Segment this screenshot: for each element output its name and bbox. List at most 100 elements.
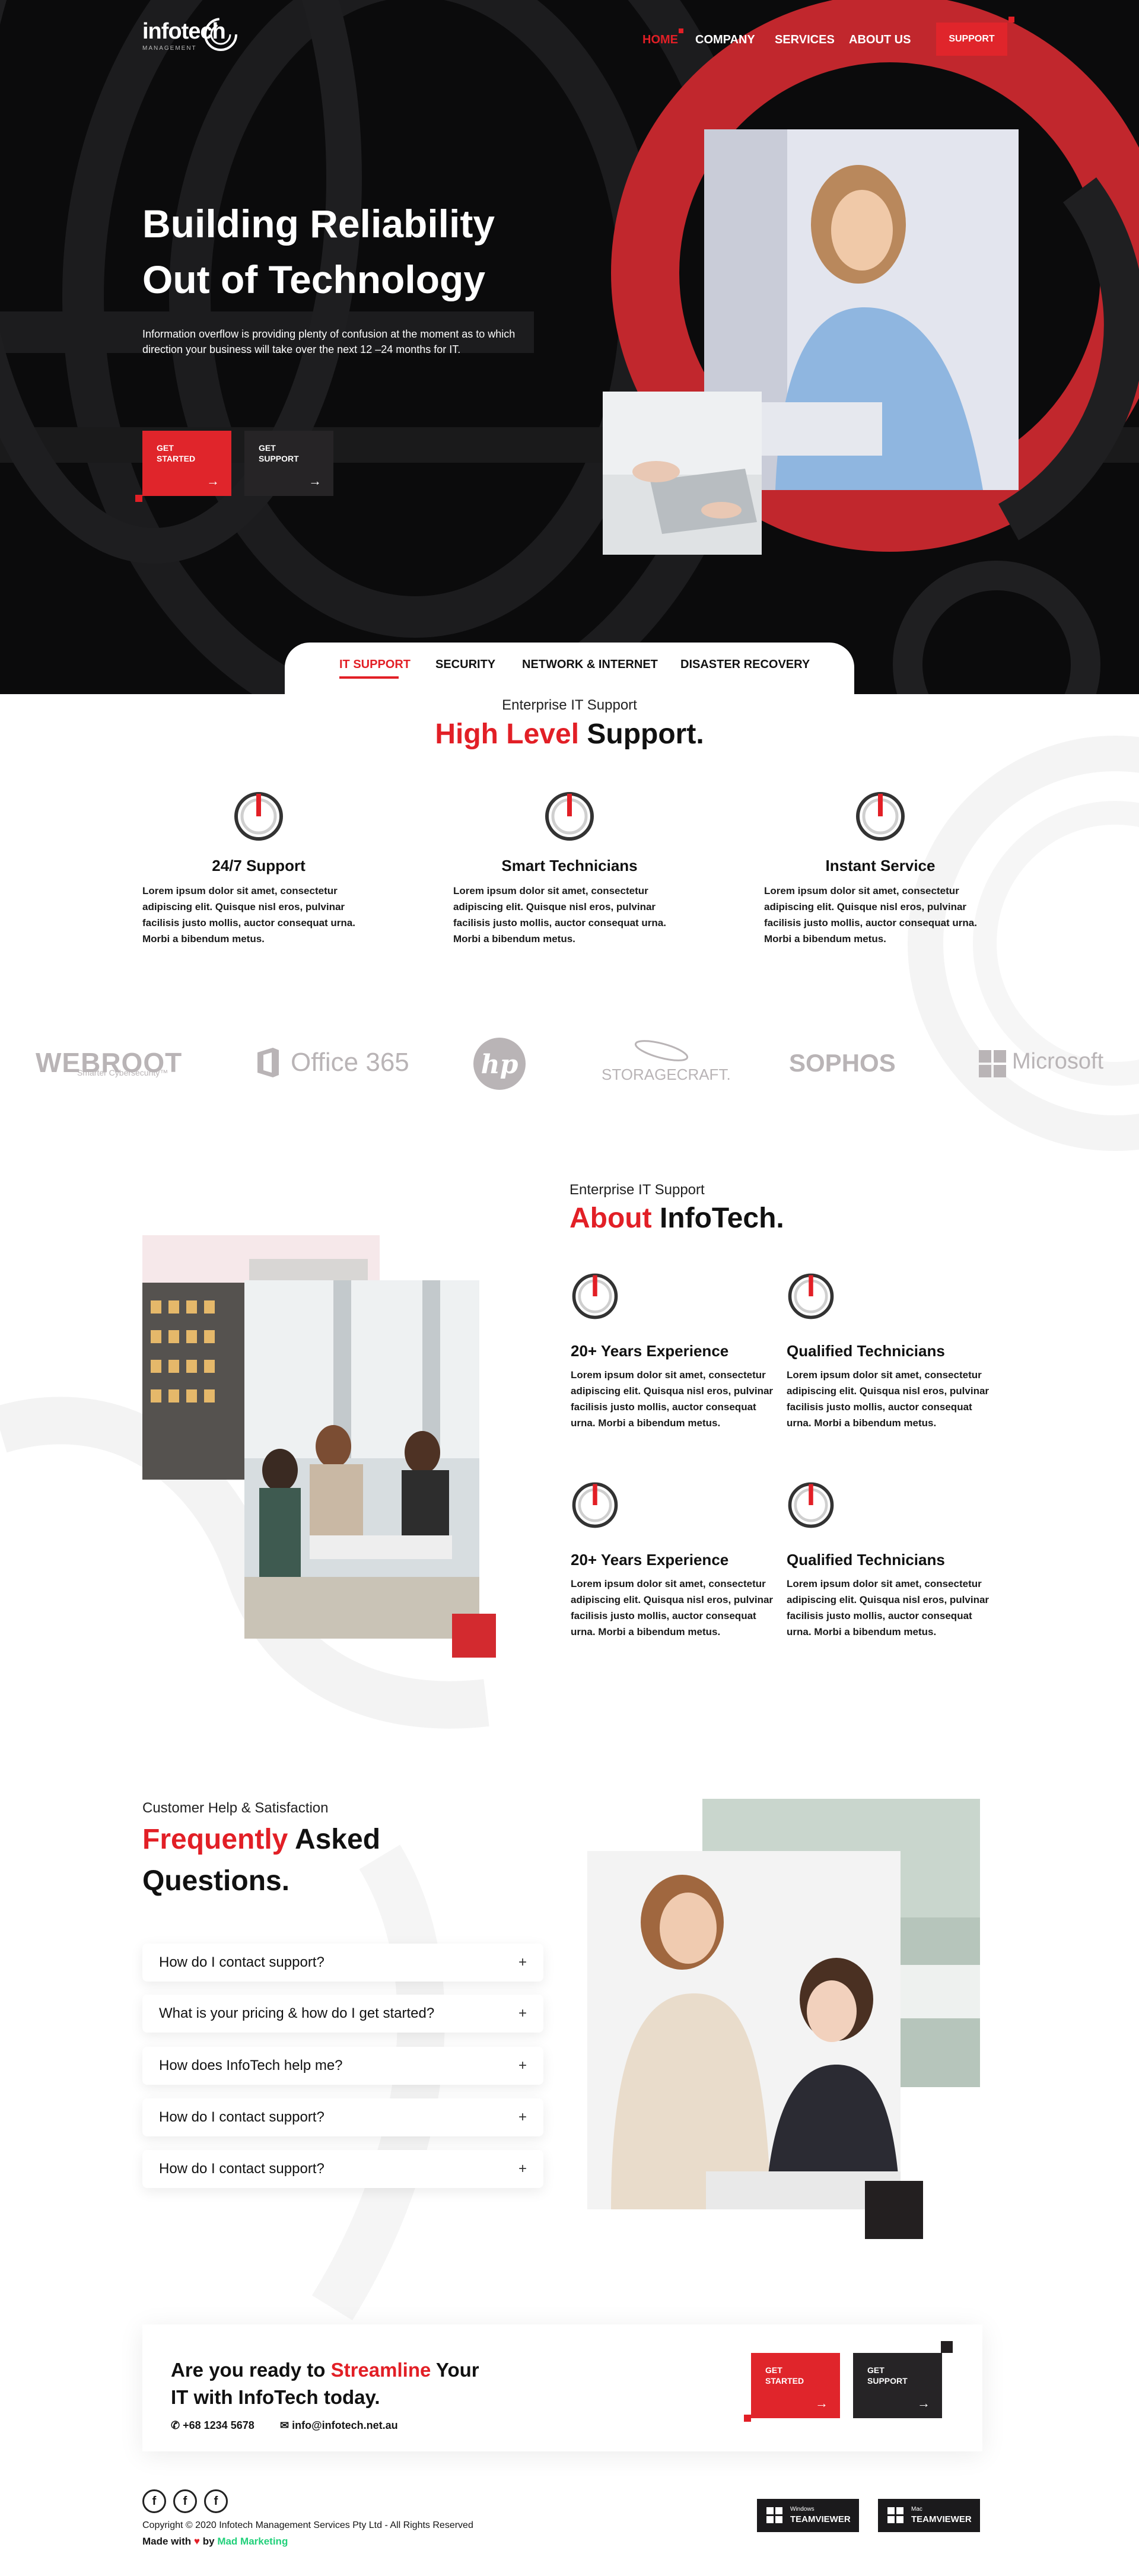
service-tabs: IT SUPPORT SECURITY NETWORK & INTERNET D… bbox=[285, 643, 854, 696]
storagecraft-logo: STORAGECRAFT. bbox=[602, 1066, 731, 1083]
power-icon bbox=[234, 792, 283, 841]
label-line1: GET bbox=[157, 443, 174, 453]
hero-section: infotech MANAGEMENT HOME COMPANY SERVICE… bbox=[0, 0, 1139, 694]
support-button-corner bbox=[1008, 17, 1014, 23]
logo-subtitle: MANAGEMENT bbox=[142, 45, 197, 52]
heading-highlight: Frequently bbox=[142, 1824, 288, 1855]
facebook-icon[interactable]: f bbox=[173, 2489, 197, 2513]
about-eyebrow: Enterprise IT Support bbox=[570, 1182, 705, 1198]
tv-platform: Windows bbox=[790, 2506, 815, 2513]
support-heading: High Level Support. bbox=[0, 718, 1139, 750]
logo-swirl-icon bbox=[204, 18, 237, 51]
hero-title-line1: Building Reliability bbox=[142, 202, 495, 246]
faq-eyebrow: Customer Help & Satisfaction bbox=[142, 1800, 329, 1816]
banner-email[interactable]: ✉ info@infotech.net.au bbox=[280, 2419, 398, 2432]
microsoft-icon bbox=[979, 1050, 1006, 1077]
power-icon bbox=[788, 1273, 834, 1319]
facebook-icon[interactable]: f bbox=[142, 2489, 166, 2513]
teamviewer-mac-button[interactable]: Mac TEAMVIEWER bbox=[878, 2499, 980, 2532]
facebook-icon[interactable]: f bbox=[204, 2489, 228, 2513]
plus-icon: + bbox=[518, 1954, 527, 1970]
about-heading: About InfoTech. bbox=[570, 1202, 784, 1235]
banner-get-started-button[interactable]: GET STARTED → bbox=[751, 2353, 840, 2418]
faq-item[interactable]: What is your pricing & how do I get star… bbox=[142, 1995, 543, 2033]
feature-text: Lorem ipsum dolor sit amet, consectetur … bbox=[453, 885, 666, 944]
plus-icon: + bbox=[518, 2005, 527, 2021]
teamviewer-windows-button[interactable]: Windows TEAMVIEWER bbox=[757, 2499, 859, 2532]
hero-description: Information overflow is providing plenty… bbox=[142, 328, 516, 355]
windows-icon bbox=[887, 2507, 903, 2523]
faq-item[interactable]: How do I contact support? + bbox=[142, 2150, 543, 2188]
feature-title: 24/7 Support bbox=[212, 857, 306, 874]
about-item-title: Qualified Technicians bbox=[787, 1551, 945, 1569]
banner-phone[interactable]: ✆ +68 1234 5678 bbox=[171, 2419, 254, 2432]
faq-question: How do I contact support? bbox=[159, 2109, 324, 2125]
heading-rest: InfoTech. bbox=[659, 1203, 784, 1234]
banner-heading: Are you ready to Streamline Your IT with… bbox=[171, 2356, 479, 2411]
power-icon bbox=[788, 1482, 834, 1528]
agency-link[interactable]: Mad Marketing bbox=[217, 2536, 288, 2547]
feature-title: Smart Technicians bbox=[501, 857, 638, 874]
support-button[interactable]: SUPPORT bbox=[936, 23, 1007, 56]
banner-text-line2: IT with InfoTech today. bbox=[171, 2386, 380, 2408]
active-tab-underline bbox=[339, 676, 399, 679]
faq-photo-women bbox=[587, 1851, 901, 2209]
hero-get-support-button[interactable]: GET SUPPORT → bbox=[244, 431, 333, 496]
phone-icon: ✆ bbox=[171, 2419, 180, 2431]
heading-highlight: About bbox=[570, 1203, 652, 1234]
hp-logo-text: hp bbox=[481, 1050, 518, 1080]
feature-text: Lorem ipsum dolor sit amet, consectetur … bbox=[764, 885, 977, 944]
tab-security[interactable]: SECURITY bbox=[435, 658, 495, 672]
windows-icon bbox=[766, 2507, 782, 2523]
power-icon bbox=[856, 792, 905, 841]
banner-text: Are you ready to bbox=[171, 2359, 326, 2381]
about-item-text: Lorem ipsum dolor sit amet, consectetur … bbox=[571, 1369, 774, 1429]
cta-banner: Are you ready to Streamline Your IT with… bbox=[142, 2324, 982, 2451]
banner-get-support-button[interactable]: GET SUPPORT → bbox=[853, 2353, 942, 2418]
hero-title-line2: Out of Technology bbox=[142, 257, 486, 301]
tv-label: TEAMVIEWER bbox=[790, 2514, 851, 2524]
office365-logo: Office 365 bbox=[291, 1048, 409, 1077]
arrow-right-icon: → bbox=[206, 473, 219, 488]
webroot-tagline: Smarter Cybersecurity™ bbox=[77, 1068, 168, 1077]
faq-heading: Frequently Asked Questions. bbox=[142, 1819, 380, 1902]
about-photo-team bbox=[244, 1280, 479, 1639]
nav-services[interactable]: SERVICES bbox=[775, 33, 835, 47]
mail-icon: ✉ bbox=[280, 2419, 289, 2431]
faq-question: How do I contact support? bbox=[159, 2161, 324, 2177]
about-item-title: 20+ Years Experience bbox=[571, 1551, 729, 1569]
made-with-text: Made with bbox=[142, 2536, 192, 2547]
hero-title: Building Reliability Out of Technology bbox=[142, 196, 558, 307]
heading-rest: Asked bbox=[294, 1824, 381, 1855]
faq-item[interactable]: How does InfoTech help me? + bbox=[142, 2047, 543, 2085]
label-line1: GET bbox=[765, 2365, 782, 2375]
phone-number: +68 1234 5678 bbox=[183, 2419, 254, 2431]
support-eyebrow: Enterprise IT Support bbox=[502, 697, 637, 713]
storagecraft-swoosh-icon bbox=[634, 1040, 689, 1061]
plus-icon: + bbox=[518, 2109, 527, 2125]
label-line2: STARTED bbox=[765, 2376, 804, 2386]
about-item-title: Qualified Technicians bbox=[787, 1342, 945, 1360]
plus-icon: + bbox=[518, 2161, 527, 2177]
microsoft-logo: Microsoft bbox=[1012, 1049, 1104, 1074]
tv-platform: Mac bbox=[911, 2506, 922, 2513]
about-item-text: Lorem ipsum dolor sit amet, consectetur … bbox=[787, 1369, 990, 1429]
tab-it-support[interactable]: IT SUPPORT bbox=[339, 658, 411, 672]
faq-question: What is your pricing & how do I get star… bbox=[159, 2005, 435, 2021]
tab-disaster-recovery[interactable]: DISASTER RECOVERY bbox=[680, 658, 810, 672]
nav-company[interactable]: COMPANY bbox=[695, 33, 755, 47]
hero-get-started-button[interactable]: GET STARTED → bbox=[142, 431, 231, 496]
tv-label: TEAMVIEWER bbox=[911, 2514, 972, 2524]
heading-rest: Support. bbox=[587, 718, 704, 750]
arrow-right-icon: → bbox=[815, 2396, 828, 2410]
nav-home[interactable]: HOME bbox=[642, 33, 678, 47]
faq-item[interactable]: How do I contact support? + bbox=[142, 1944, 543, 1982]
nav-about-us[interactable]: ABOUT US bbox=[849, 33, 911, 47]
hero-photo-laptop bbox=[603, 392, 762, 555]
faq-question: How do I contact support? bbox=[159, 1954, 324, 1970]
about-item-text: Lorem ipsum dolor sit amet, consectetur … bbox=[571, 1578, 774, 1637]
label-line1: GET bbox=[259, 443, 276, 453]
faq-item[interactable]: How do I contact support? + bbox=[142, 2098, 543, 2136]
faq-question: How does InfoTech help me? bbox=[159, 2057, 343, 2073]
tab-network-internet[interactable]: NETWORK & INTERNET bbox=[522, 658, 658, 672]
